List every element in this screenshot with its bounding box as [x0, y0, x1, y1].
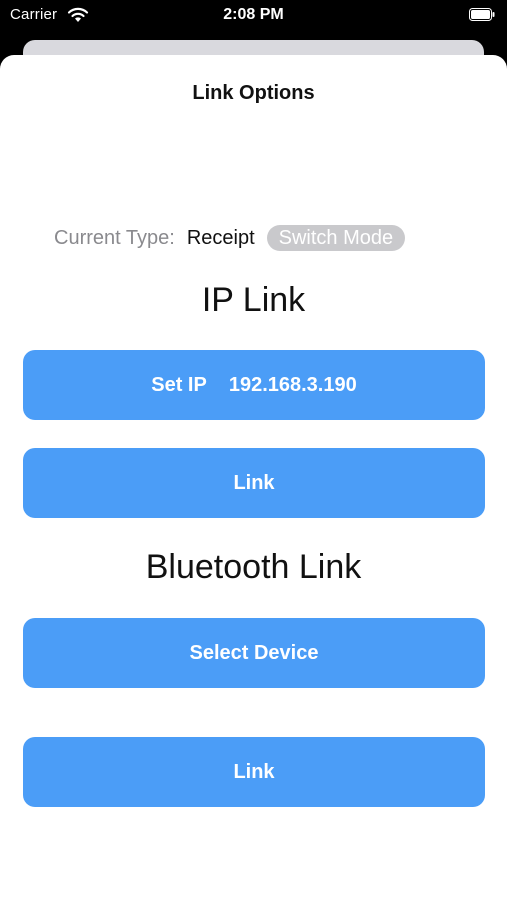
switch-mode-button[interactable]: Switch Mode [266, 225, 406, 251]
current-type-row: Current Type: Receipt Switch Mode [54, 224, 406, 252]
ip-link-heading: IP Link [201, 281, 306, 319]
current-type-value: Receipt [186, 226, 255, 249]
set-ip-button[interactable]: Set IP 192.168.3.190 [23, 350, 485, 420]
bluetooth-link-button[interactable]: Link [23, 737, 485, 807]
link-options-sheet: Link Options Current Type: Receipt Switc… [0, 55, 507, 900]
ip-link-button[interactable]: Link [23, 448, 485, 518]
battery-icon [469, 8, 495, 21]
sheet-title: Link Options [192, 82, 315, 104]
set-ip-label: Set IP [151, 373, 207, 396]
ip-address-value: 192.168.3.190 [228, 373, 357, 396]
screen: Carrier 2:08 PM Link Options Current Typ… [0, 0, 507, 900]
current-type-label: Current Type: [54, 226, 175, 249]
select-device-button[interactable]: Select Device [23, 618, 485, 688]
bluetooth-link-heading: Bluetooth Link [145, 548, 362, 586]
status-bar: Carrier 2:08 PM [0, 0, 507, 32]
status-time: 2:08 PM [223, 6, 284, 23]
